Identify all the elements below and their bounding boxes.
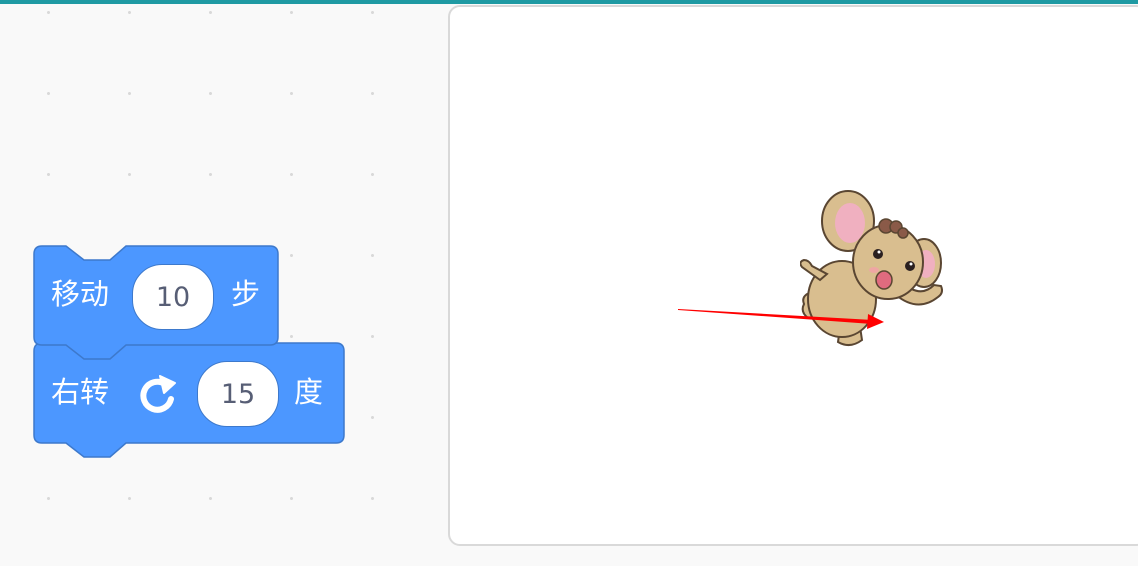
- steps-input[interactable]: 10: [132, 264, 214, 330]
- move-block-unit: 步: [231, 277, 261, 311]
- direction-arrow: [678, 309, 884, 329]
- stage-canvas[interactable]: [448, 5, 1138, 546]
- degrees-input[interactable]: 15: [197, 361, 279, 427]
- turn-block-unit: 度: [294, 375, 324, 409]
- move-block-label: 移动: [51, 277, 110, 311]
- turn-block-label: 右转: [51, 375, 110, 409]
- code-workspace[interactable]: 移动 10 步 右转 15 度: [0, 4, 446, 566]
- rotate-right-icon: [140, 375, 176, 413]
